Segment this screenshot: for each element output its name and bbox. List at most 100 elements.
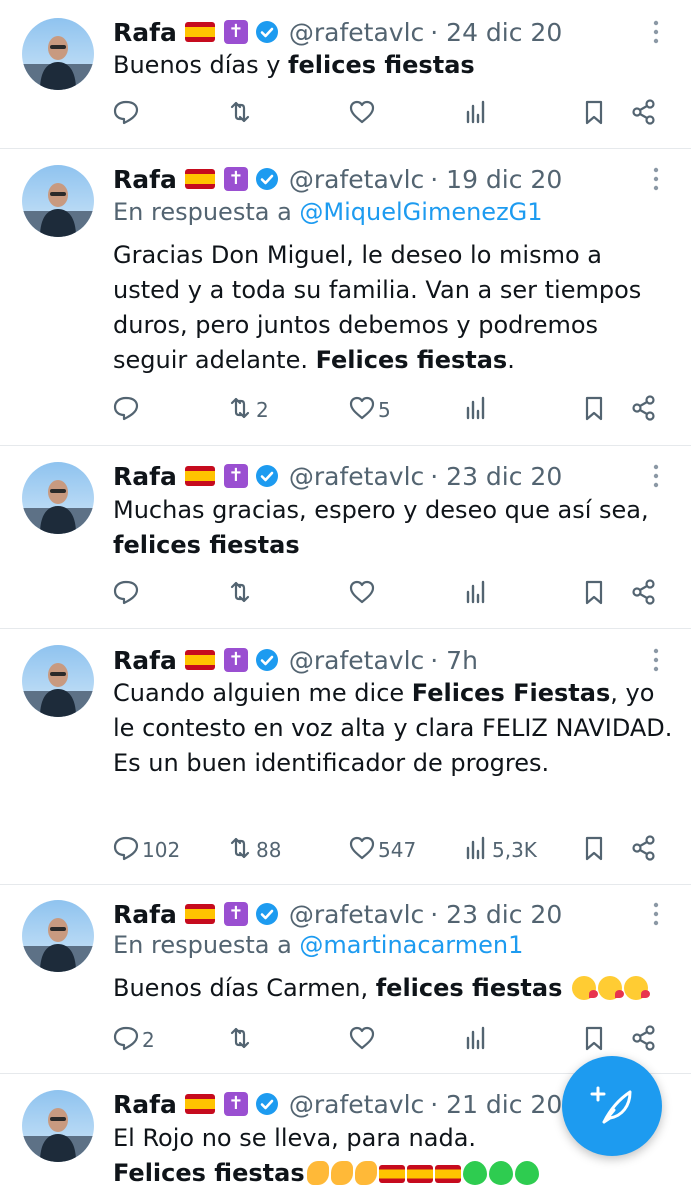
tweet-header: Rafa ✝ @rafetavlc · 24 dic 20 bbox=[113, 15, 562, 49]
bookmark-icon bbox=[580, 834, 608, 867]
more-icon[interactable] bbox=[646, 900, 666, 928]
tweet[interactable]: Rafa ✝ @rafetavlc · 23 dic 20 Muchas gra… bbox=[0, 445, 691, 629]
share-button[interactable] bbox=[628, 1022, 658, 1058]
share-icon bbox=[630, 834, 658, 867]
views-button[interactable] bbox=[460, 392, 492, 428]
reply-count: 2 bbox=[142, 1028, 155, 1052]
bookmark-button[interactable] bbox=[578, 96, 608, 132]
avatar[interactable] bbox=[22, 462, 94, 534]
retweet-button[interactable]: 2 bbox=[224, 392, 269, 428]
display-name[interactable]: Rafa bbox=[113, 18, 177, 47]
spain-flag-icon bbox=[184, 904, 215, 924]
display-name[interactable]: Rafa bbox=[113, 165, 177, 194]
like-button[interactable]: 5 bbox=[346, 392, 391, 428]
bookmark-button[interactable] bbox=[578, 576, 608, 612]
views-icon bbox=[462, 98, 490, 131]
tweet[interactable]: Rafa ✝ @rafetavlc · 23 dic 20 En respues… bbox=[0, 884, 691, 1074]
retweet-button[interactable] bbox=[224, 576, 256, 612]
bookmark-icon bbox=[580, 394, 608, 427]
spain-flag-icon bbox=[184, 169, 215, 189]
avatar[interactable] bbox=[22, 900, 94, 972]
tweet-header: Rafa ✝ @rafetavlc · 23 dic 20 bbox=[113, 459, 562, 493]
like-button[interactable]: 547 bbox=[346, 832, 416, 868]
bookmark-button[interactable] bbox=[578, 392, 608, 428]
views-button[interactable] bbox=[460, 96, 492, 132]
views-button[interactable]: 5,3K bbox=[460, 832, 537, 868]
tweet-header: Rafa ✝ @rafetavlc · 19 dic 20 bbox=[113, 162, 562, 196]
retweet-button[interactable] bbox=[224, 1022, 256, 1058]
reply-context: En respuesta a @martinacarmen1 bbox=[113, 931, 523, 959]
reply-to-link[interactable]: @MiquelGimenezG1 bbox=[299, 198, 542, 226]
like-icon bbox=[348, 578, 376, 611]
timestamp[interactable]: · 23 dic 20 bbox=[430, 462, 562, 491]
display-name[interactable]: Rafa bbox=[113, 646, 177, 675]
share-button[interactable] bbox=[628, 832, 658, 868]
bookmark-button[interactable] bbox=[578, 832, 608, 868]
tweet-text: Buenos días y felices fiestas bbox=[113, 51, 475, 79]
views-button[interactable] bbox=[460, 1022, 492, 1058]
user-handle[interactable]: @rafetavlc bbox=[289, 18, 424, 47]
tweet-text: Muchas gracias, espero y deseo que así s… bbox=[113, 496, 649, 559]
reply-button[interactable]: 2 bbox=[110, 1022, 155, 1058]
retweet-icon bbox=[226, 578, 254, 611]
avatar[interactable] bbox=[22, 645, 94, 717]
avatar[interactable] bbox=[22, 165, 94, 237]
retweet-button[interactable]: 88 bbox=[224, 832, 281, 868]
bookmark-icon bbox=[580, 1024, 608, 1057]
reply-prefix: En respuesta a bbox=[113, 931, 292, 959]
bookmark-button[interactable] bbox=[578, 1022, 608, 1058]
user-handle[interactable]: @rafetavlc bbox=[289, 462, 424, 491]
tweet[interactable]: Rafa ✝ @rafetavlc · 19 dic 20 En respues… bbox=[0, 148, 691, 446]
user-handle[interactable]: @rafetavlc bbox=[289, 165, 424, 194]
display-name[interactable]: Rafa bbox=[113, 462, 177, 491]
more-icon[interactable] bbox=[646, 165, 666, 193]
timestamp[interactable]: · 7h bbox=[430, 646, 478, 675]
like-button[interactable] bbox=[346, 96, 378, 132]
display-name[interactable]: Rafa bbox=[113, 900, 177, 929]
share-icon bbox=[630, 1024, 658, 1057]
tweet-header: Rafa ✝ @rafetavlc · 21 dic 20 bbox=[113, 1087, 562, 1121]
views-icon bbox=[462, 1024, 490, 1057]
retweet-button[interactable] bbox=[224, 96, 256, 132]
timestamp[interactable]: · 24 dic 20 bbox=[430, 18, 562, 47]
more-icon[interactable] bbox=[646, 462, 666, 490]
share-button[interactable] bbox=[628, 576, 658, 612]
user-handle[interactable]: @rafetavlc bbox=[289, 646, 424, 675]
cross-icon: ✝ bbox=[223, 167, 248, 191]
bookmark-icon bbox=[580, 578, 608, 611]
timestamp[interactable]: · 19 dic 20 bbox=[430, 165, 562, 194]
avatar[interactable] bbox=[22, 18, 94, 90]
verified-icon bbox=[255, 903, 278, 925]
compose-button[interactable] bbox=[562, 1056, 662, 1156]
action-bar bbox=[110, 576, 670, 612]
reply-button[interactable] bbox=[110, 96, 142, 132]
retweet-icon bbox=[226, 834, 254, 867]
tweet[interactable]: Rafa ✝ @rafetavlc · 7h Cuando alguien me… bbox=[0, 628, 691, 885]
views-button[interactable] bbox=[460, 576, 492, 612]
like-button[interactable] bbox=[346, 576, 378, 612]
more-icon[interactable] bbox=[646, 18, 666, 46]
retweet-icon bbox=[226, 394, 254, 427]
verified-icon bbox=[255, 1093, 278, 1115]
tweet-text: Cuando alguien me dice Felices Fiestas, … bbox=[113, 679, 673, 777]
user-handle[interactable]: @rafetavlc bbox=[289, 1090, 424, 1119]
retweet-count: 88 bbox=[256, 838, 282, 862]
reply-button[interactable]: 102 bbox=[110, 832, 180, 868]
verified-icon bbox=[255, 649, 278, 671]
reply-button[interactable] bbox=[110, 392, 142, 428]
user-handle[interactable]: @rafetavlc bbox=[289, 900, 424, 929]
reply-to-link[interactable]: @martinacarmen1 bbox=[299, 931, 523, 959]
tweet-header: Rafa ✝ @rafetavlc · 23 dic 20 bbox=[113, 897, 562, 931]
tweet[interactable]: Rafa ✝ @rafetavlc · 24 dic 20 Buenos día… bbox=[0, 0, 691, 149]
more-icon[interactable] bbox=[646, 646, 666, 674]
retweet-count: 2 bbox=[256, 398, 269, 422]
reply-button[interactable] bbox=[110, 576, 142, 612]
like-button[interactable] bbox=[346, 1022, 378, 1058]
reply-context: En respuesta a @MiquelGimenezG1 bbox=[113, 198, 543, 226]
timestamp[interactable]: · 21 dic 20 bbox=[430, 1090, 562, 1119]
display-name[interactable]: Rafa bbox=[113, 1090, 177, 1119]
avatar[interactable] bbox=[22, 1090, 94, 1162]
timestamp[interactable]: · 23 dic 20 bbox=[430, 900, 562, 929]
share-button[interactable] bbox=[628, 96, 658, 132]
share-button[interactable] bbox=[628, 392, 658, 428]
